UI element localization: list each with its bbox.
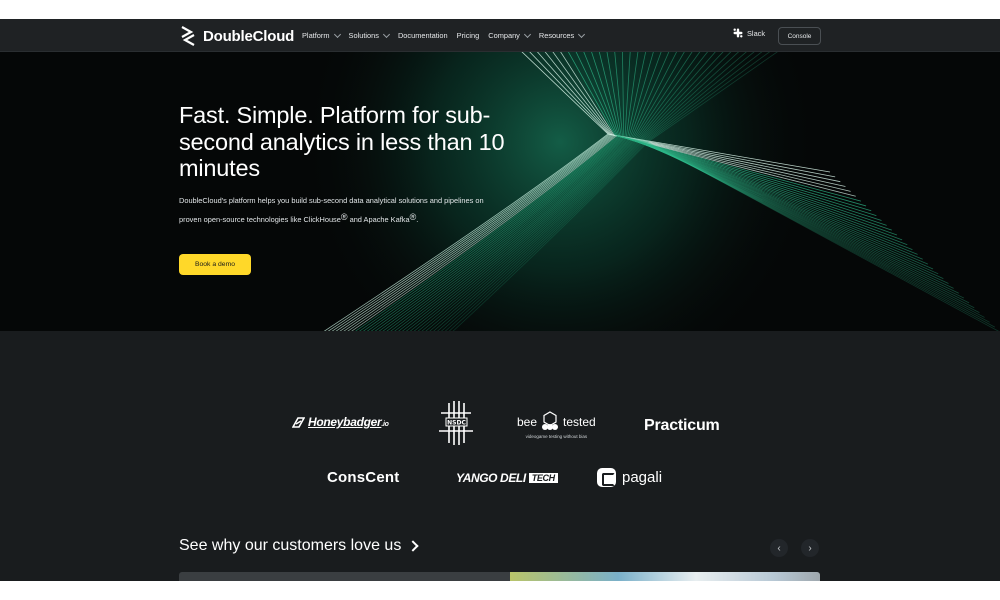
beetested-tagline: videogame testing without bias (525, 434, 588, 439)
honeybadger-name: Honeybadger (308, 415, 382, 429)
logo-beetested: bee tested videogame testing without bia… (517, 411, 596, 439)
nav-item-label: Solutions (348, 31, 379, 40)
top-margin (0, 0, 1000, 19)
nav-item-company[interactable]: Company (488, 30, 531, 40)
hero-description: DoubleCloud's platform helps you build s… (179, 196, 484, 224)
nav-item-solutions[interactable]: Solutions (348, 30, 390, 40)
nav-item-label: Resources (538, 31, 575, 40)
pagali-icon (597, 468, 616, 487)
hero-section: Fast. Simple. Platform for sub-second an… (0, 52, 1000, 331)
nav-item-label: Pricing (456, 31, 480, 40)
chevron-down-icon (578, 30, 586, 38)
logo-practicum: Practicum (644, 417, 720, 434)
brand-logo[interactable]: DoubleCloud (179, 25, 294, 47)
logo-conscent: ConsCent (327, 469, 400, 486)
carousel-next-button[interactable]: › (801, 539, 819, 557)
chevron-right-icon (407, 540, 419, 552)
testimonials-heading-link[interactable]: See why our customers love us (179, 537, 419, 555)
bottom-margin (0, 581, 1000, 600)
nav-item-label: Company (488, 31, 520, 40)
book-demo-button[interactable]: Book a demo (179, 254, 251, 275)
yango-name: YANGO DELI (456, 471, 526, 485)
doublecloud-logo-icon (181, 26, 195, 46)
yango-badge: TECH (528, 473, 558, 483)
console-button[interactable]: Console (778, 27, 821, 45)
logo-yango-deli-tech: YANGO DELI TECH (456, 471, 558, 485)
chevron-down-icon (333, 30, 341, 38)
testimonial-image (510, 572, 820, 581)
slack-label: Slack (747, 28, 766, 38)
logo-pagali: pagali (597, 468, 662, 487)
nav-item-pricing[interactable]: Pricing (457, 31, 480, 40)
nav-item-label: Documentation (397, 31, 448, 40)
chevron-down-icon (523, 30, 531, 38)
honeycomb-icon (542, 411, 559, 430)
honeybadger-suffix: .io (381, 421, 389, 428)
chevron-down-icon (382, 30, 390, 38)
nav-item-resources[interactable]: Resources (538, 30, 586, 40)
nsdc-emblem-icon: NSDC (439, 401, 473, 445)
customer-logos: Honeybadger.io NSDC bee tested videogame… (0, 331, 1000, 521)
pagali-name: pagali (622, 469, 663, 486)
logo-nsdc: NSDC (437, 401, 475, 445)
slack-icon (733, 28, 743, 38)
main-menu: Platform Solutions Documentation Pricing… (302, 19, 586, 52)
registered-mark: ® (340, 212, 348, 222)
testimonial-card[interactable] (179, 572, 820, 581)
logo-honeybadger: Honeybadger.io (292, 415, 389, 429)
honeybadger-icon (292, 416, 305, 428)
nav-item-label: Platform (302, 31, 330, 40)
hero-title: Fast. Simple. Platform for sub-second an… (179, 102, 505, 181)
beetested-left: bee (517, 415, 538, 429)
hero-description-main: DoubleCloud's platform helps you build s… (179, 196, 484, 224)
nav-item-documentation[interactable]: Documentation (398, 31, 448, 40)
beetested-right: tested (563, 415, 596, 429)
hero-description-and: and Apache Kafka (349, 215, 410, 224)
carousel-prev-button[interactable]: ‹ (770, 539, 788, 557)
testimonials-heading: See why our customers love us (179, 537, 402, 554)
hero-background-graphic (0, 52, 1000, 331)
nav-item-platform[interactable]: Platform (302, 30, 341, 40)
registered-mark: ® (409, 212, 417, 222)
slack-link[interactable]: Slack (733, 28, 765, 38)
nsdc-name: NSDC (447, 420, 466, 427)
brand-name: DoubleCloud (203, 27, 295, 45)
website: DoubleCloud Platform Solutions Documenta… (0, 19, 1000, 581)
top-navigation: DoubleCloud Platform Solutions Documenta… (0, 19, 1000, 52)
